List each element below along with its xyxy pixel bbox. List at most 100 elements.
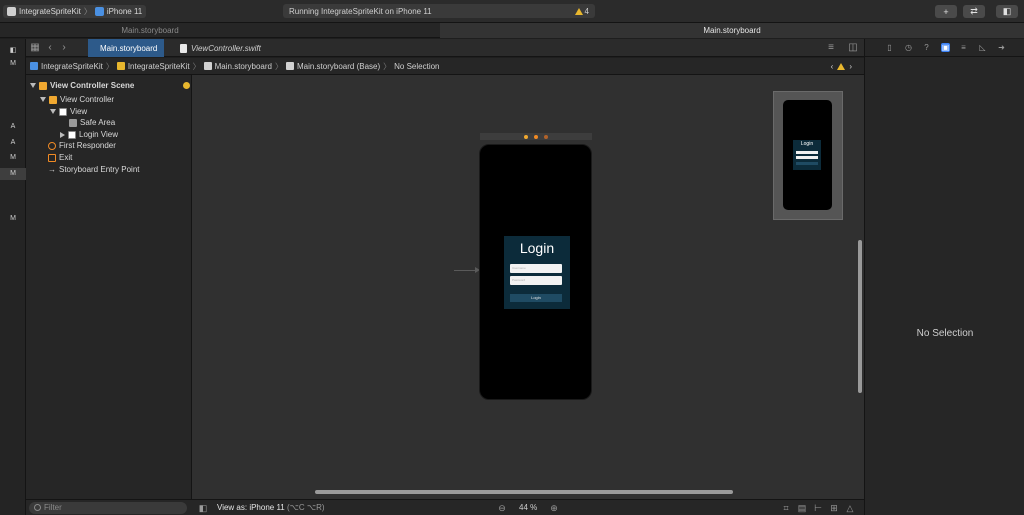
minimap-login-view: Login — [793, 140, 821, 170]
align-icon[interactable]: ⊢ — [813, 503, 823, 513]
attributes-inspector-icon[interactable]: ≡ — [959, 43, 968, 52]
login-button[interactable]: Login — [510, 294, 562, 302]
add-constraints-icon[interactable]: ⊞ — [829, 503, 839, 513]
login-title: Login — [519, 240, 555, 256]
code-review-button[interactable]: ⇄ — [963, 5, 985, 18]
breadcrumb-selection[interactable]: No Selection — [394, 62, 439, 71]
toggle-outline-icon[interactable]: ◧ — [198, 503, 208, 513]
outline-exit[interactable]: Exit — [48, 152, 72, 163]
source-control-status-icon: M — [10, 60, 16, 67]
project-icon — [30, 62, 38, 70]
editor-tab-swift[interactable]: ViewController.swift — [172, 39, 269, 57]
back-chevron-icon[interactable]: ‹ — [45, 43, 55, 53]
zoom-out-icon[interactable]: ⊖ — [497, 503, 507, 513]
disclosure-triangle-icon[interactable] — [60, 131, 65, 138]
editor-tab-storyboard[interactable]: Main.storyboard — [88, 39, 164, 57]
help-inspector-icon[interactable]: ? — [922, 43, 931, 52]
outline-login-view[interactable]: Login View — [60, 129, 118, 140]
history-inspector-icon[interactable]: ◷ — [904, 43, 913, 52]
window-tab-1[interactable]: Main.storyboard — [0, 23, 300, 38]
prev-issue-icon[interactable]: ‹ — [831, 62, 834, 71]
outline-safe-area[interactable]: Safe Area — [69, 117, 115, 128]
login-view[interactable]: Login Username Password Login — [504, 236, 570, 309]
first-responder-dock-icon[interactable] — [534, 134, 538, 139]
outline-scene[interactable]: View Controller Scene — [30, 80, 190, 91]
minimap-phone: Login — [783, 100, 832, 210]
editor-options-icon[interactable]: ≡ — [826, 43, 836, 53]
iphone-scene[interactable]: Login Username Password Login — [479, 144, 592, 400]
connections-inspector-icon[interactable]: ➜ — [997, 43, 1006, 52]
next-issue-icon[interactable]: › — [849, 62, 852, 71]
scheme-selector[interactable]: IntegrateSpriteKit 〉 iPhone 11 — [3, 5, 147, 18]
activity-view: Running IntegrateSpriteKit on iPhone 11 … — [283, 4, 595, 18]
entry-point-arrow[interactable] — [454, 267, 480, 273]
breadcrumb-project[interactable]: IntegrateSpriteKit — [41, 62, 103, 71]
window-tab-2[interactable]: Main.storyboard — [440, 23, 1024, 38]
scene-dock[interactable] — [480, 133, 592, 140]
scene-warning-icon[interactable] — [183, 82, 190, 89]
activity-text: Running IntegrateSpriteKit on iPhone 11 — [289, 6, 432, 16]
size-inspector-icon[interactable]: ◺ — [978, 43, 987, 52]
horizontal-scrollbar[interactable] — [315, 490, 733, 494]
vertical-scrollbar[interactable] — [858, 240, 862, 393]
username-field[interactable]: Username — [510, 264, 562, 273]
view-controller-dock-icon[interactable] — [524, 134, 528, 139]
file-inspector-icon[interactable]: ▯ — [885, 43, 894, 52]
zoom-level[interactable]: 44 % — [519, 503, 537, 512]
scene-label: View Controller Scene — [50, 81, 135, 90]
outline-view[interactable]: View — [50, 106, 87, 117]
no-selection-label: No Selection — [916, 328, 974, 339]
warning-icon — [837, 62, 846, 70]
navigator-gutter: ◧ M A A M M M — [0, 39, 26, 515]
first-responder-icon — [48, 141, 56, 150]
split-editor-icon[interactable]: ◫ — [848, 43, 858, 53]
update-frames-icon[interactable]: ⌗ — [781, 503, 791, 513]
navigator-toggle-icon[interactable]: ◧ — [0, 46, 26, 54]
zoom-in-icon[interactable]: ⊕ — [549, 503, 559, 513]
canvas-bottom-bar: ◧ View as: iPhone 11 (⌥C ⌥R) ⊖ 44 % ⊕ ⌗ … — [192, 499, 864, 515]
stack-icon[interactable]: ▤ — [797, 503, 807, 513]
breadcrumb-base[interactable]: Main.storyboard (Base) — [297, 62, 380, 71]
outline-first-responder[interactable]: First Responder — [48, 140, 116, 151]
exit-dock-icon[interactable] — [544, 134, 548, 139]
breadcrumb-file[interactable]: Main.storyboard — [215, 62, 272, 71]
disclosure-triangle-icon[interactable] — [30, 83, 36, 88]
minimap-field — [796, 156, 818, 159]
password-field[interactable]: Password — [510, 276, 562, 285]
filter-placeholder: Filter — [44, 503, 62, 512]
resolve-issues-icon[interactable]: △ — [845, 503, 855, 513]
breadcrumb-sep: 〉 — [192, 61, 201, 71]
disclosure-triangle-icon[interactable] — [50, 109, 56, 114]
exit-label: Exit — [59, 153, 73, 162]
identity-inspector-icon[interactable]: ▣ — [941, 43, 950, 52]
toggle-panel-button[interactable]: ◧ — [996, 5, 1018, 18]
breadcrumb-sep: 〉 — [105, 61, 114, 71]
window-tab-bar: Main.storyboard Main.storyboard — [0, 23, 1024, 38]
folder-icon — [116, 62, 125, 70]
scheme-separator: 〉 — [83, 7, 92, 16]
login-view-label: Login View — [79, 130, 118, 139]
breadcrumb-group[interactable]: IntegrateSpriteKit — [128, 62, 190, 71]
storyboard-canvas[interactable]: Login Username Password Login Login — [192, 75, 864, 499]
device-name[interactable]: iPhone 11 — [107, 7, 142, 16]
view-as-button[interactable]: View as: iPhone 11 (⌥C ⌥R) — [217, 503, 325, 512]
warning-indicator[interactable]: 4 — [574, 7, 589, 16]
app-icon — [7, 7, 16, 16]
warning-icon — [574, 7, 583, 15]
view-icon — [59, 107, 67, 116]
outline-entry-point[interactable]: → Storyboard Entry Point — [48, 164, 139, 175]
grid-icon[interactable]: ▦ — [30, 43, 40, 53]
gutter-status-m1: M — [10, 154, 16, 161]
disclosure-triangle-icon[interactable] — [40, 97, 46, 102]
inspector-panel: ▯ ◷ ? ▣ ≡ ◺ ➜ No Selection — [864, 39, 1024, 515]
library-button[interactable]: + — [935, 5, 957, 18]
gutter-status-m2[interactable]: M — [0, 168, 26, 180]
outline-view-controller[interactable]: View Controller — [40, 94, 114, 105]
storyboard-file-icon — [203, 62, 212, 70]
canvas-minimap[interactable]: Login — [773, 91, 843, 220]
filter-input[interactable]: Filter — [29, 501, 187, 514]
toolbar: IntegrateSpriteKit 〉 iPhone 11 Running I… — [0, 0, 1024, 23]
forward-chevron-icon[interactable]: › — [59, 43, 69, 53]
issue-nav[interactable]: ‹ › — [831, 62, 852, 71]
breadcrumb-sep: 〉 — [274, 61, 283, 71]
